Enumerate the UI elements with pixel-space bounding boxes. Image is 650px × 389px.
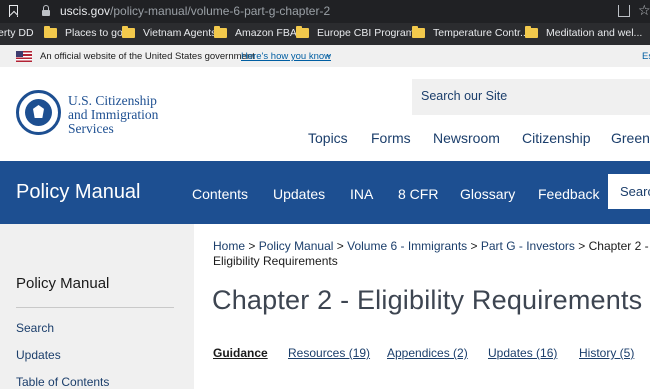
bookmark-label: erty DD (0, 27, 34, 39)
url-path: /policy-manual/volume-6-part-g-chapter-2 (110, 4, 331, 18)
site-search-input[interactable]: Search our Site (412, 79, 650, 115)
sidebar: Policy Manual Search Updates Table of Co… (0, 224, 194, 389)
folder-icon (214, 26, 227, 38)
folder-icon (525, 26, 538, 38)
folder-icon (412, 26, 425, 38)
site-header: U.S. Citizenship and Immigration Service… (0, 67, 650, 161)
sidebar-item-search[interactable]: Search (16, 321, 54, 335)
bookmark-icon[interactable] (9, 5, 18, 17)
browser-address-bar: uscis.gov/policy-manual/volume-6-part-g-… (0, 0, 650, 23)
bookmark-item[interactable]: Vietnam Agents (122, 26, 217, 39)
sidebar-divider (16, 307, 174, 308)
policy-manual-title[interactable]: Policy Manual (16, 181, 141, 204)
sidebar-item-updates[interactable]: Updates (16, 348, 61, 362)
breadcrumb-separator: > (336, 239, 344, 253)
tab-appendices[interactable]: Appendices (2) (387, 346, 468, 360)
tab-guidance[interactable]: Guidance (213, 346, 268, 360)
breadcrumb-separator: > (470, 239, 478, 253)
bookmark-label: Places to go (65, 27, 123, 39)
pm-nav-updates[interactable]: Updates (273, 186, 325, 202)
nav-citizenship[interactable]: Citizenship (522, 130, 590, 146)
share-icon[interactable] (618, 5, 630, 17)
policy-manual-bar: Policy Manual Contents Updates INA 8 CFR… (0, 161, 650, 224)
tab-history[interactable]: History (5) (579, 346, 634, 360)
bookmark-item[interactable]: Amazon FBA (214, 26, 297, 39)
pm-nav-glossary[interactable]: Glossary (460, 186, 515, 202)
nav-newsroom[interactable]: Newsroom (433, 130, 500, 146)
pm-nav-8cfr[interactable]: 8 CFR (398, 186, 438, 202)
pm-nav-ina[interactable]: INA (350, 186, 373, 202)
agency-name-line: Services (68, 121, 114, 136)
folder-icon (44, 26, 57, 38)
star-icon[interactable]: ☆ (638, 2, 650, 19)
bookmark-item[interactable]: Meditation and wel... (525, 26, 643, 39)
bookmark-label: Meditation and wel... (546, 27, 643, 39)
how-you-know-link[interactable]: Here's how you know (241, 51, 331, 62)
bookmarks-bar: erty DD Places to go Vietnam Agents Amaz… (0, 23, 650, 45)
breadcrumb-policy-manual[interactable]: Policy Manual (259, 239, 334, 253)
breadcrumb-separator: > (578, 239, 586, 253)
agency-name-line: and Immigration (68, 107, 159, 122)
us-flag-icon (16, 51, 32, 62)
bookmark-label: Vietnam Agents (143, 27, 217, 39)
bookmark-label: Europe CBI Programs (317, 27, 420, 39)
sidebar-item-table-of-contents[interactable]: Table of Contents (16, 375, 109, 389)
pm-nav-feedback[interactable]: Feedback (538, 186, 599, 202)
bookmark-item[interactable]: erty DD (0, 27, 34, 39)
sidebar-title: Policy Manual (16, 275, 110, 292)
tab-updates[interactable]: Updates (16) (488, 346, 557, 360)
breadcrumb-part-g[interactable]: Part G - Investors (481, 239, 575, 253)
nav-forms[interactable]: Forms (371, 130, 411, 146)
pm-nav-contents[interactable]: Contents (192, 186, 248, 202)
gov-banner: An official website of the United States… (0, 45, 650, 67)
bookmark-item[interactable]: Temperature Contr... (412, 26, 529, 39)
bookmark-item[interactable]: Europe CBI Programs (296, 26, 420, 39)
tab-resources[interactable]: Resources (19) (288, 346, 370, 360)
official-website-text: An official website of the United States… (40, 51, 255, 62)
url-field[interactable]: uscis.gov/policy-manual/volume-6-part-g-… (60, 4, 330, 18)
chevron-down-icon[interactable]: ⌄ (324, 49, 332, 60)
policy-search-button[interactable]: Search (608, 174, 650, 209)
page-root: uscis.gov/policy-manual/volume-6-part-g-… (0, 0, 650, 389)
breadcrumb-separator: > (248, 239, 256, 253)
breadcrumb: Home > Policy Manual > Volume 6 - Immigr… (213, 239, 650, 269)
bookmark-label: Amazon FBA (235, 27, 297, 39)
lock-icon[interactable] (42, 5, 50, 16)
breadcrumb-home[interactable]: Home (213, 239, 245, 253)
agency-name-line: U.S. Citizenship (68, 93, 157, 108)
spanish-link[interactable]: Es (642, 51, 650, 62)
dhs-seal-logo[interactable] (16, 90, 61, 135)
folder-icon (122, 26, 135, 38)
bookmark-item[interactable]: Places to go (44, 26, 123, 39)
page-title: Chapter 2 - Eligibility Requirements (212, 285, 643, 315)
breadcrumb-volume-6[interactable]: Volume 6 - Immigrants (347, 239, 467, 253)
nav-green-card[interactable]: Green C (611, 130, 650, 146)
nav-topics[interactable]: Topics (308, 130, 348, 146)
url-host: uscis.gov (60, 4, 111, 18)
folder-icon (296, 26, 309, 38)
agency-name[interactable]: U.S. Citizenship and Immigration Service… (68, 94, 158, 136)
bookmark-label: Temperature Contr... (433, 27, 529, 39)
